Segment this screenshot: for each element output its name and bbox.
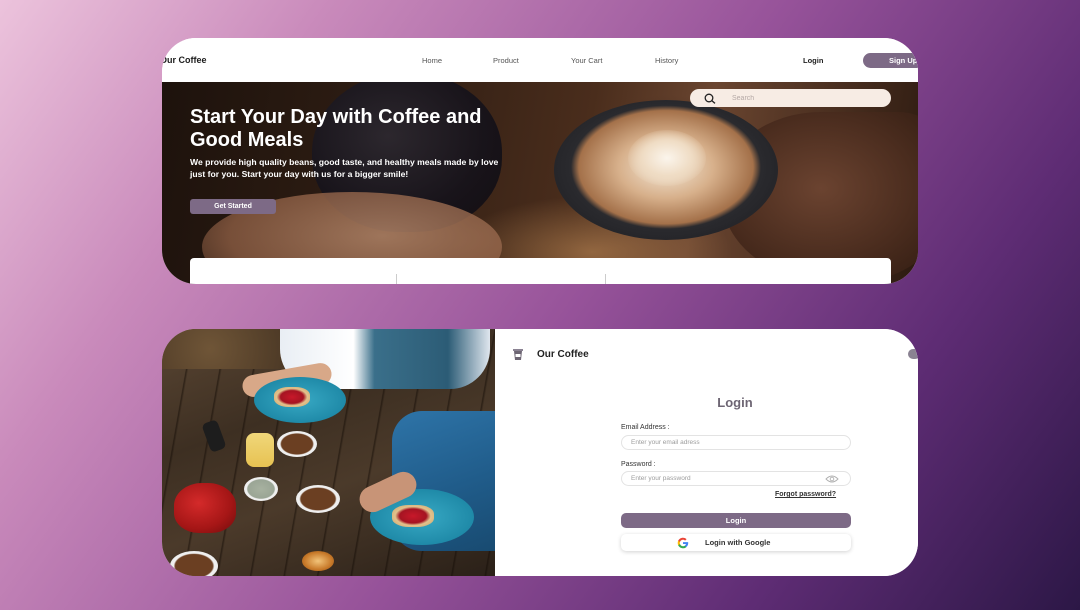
photo-tea-cup [244,477,278,501]
photo-tea-cup [170,551,218,576]
eye-icon[interactable] [825,474,839,484]
get-started-button[interactable]: Get Started [190,199,276,214]
nav-login-link[interactable]: Login [803,56,823,65]
coffee-cup-logo-icon [513,349,523,360]
photo-tin [302,551,334,571]
login-card: Our Coffee Login Email Address : Passwor… [162,329,918,576]
profile-toggle[interactable] [908,349,918,359]
hero-description: We provide high quality beans, good tast… [190,157,499,179]
password-label: Password : [621,461,656,468]
forgot-password-link[interactable]: Forgot password? [775,491,836,498]
login-brand[interactable]: Our Coffee [537,349,589,360]
google-login-button[interactable]: Login with Google [621,534,851,551]
hero-section: Start Your Day with Coffee and Good Meal… [162,82,918,284]
google-login-label: Login with Google [705,538,771,547]
password-field[interactable] [621,471,851,486]
nav-product[interactable]: Product [493,56,519,65]
hero-title: Start Your Day with Coffee and Good Meal… [190,106,482,151]
photo-honey-jar [246,433,274,467]
brand-logo[interactable]: Our Coffee [162,55,207,65]
google-icon [677,537,689,549]
search-bar[interactable] [690,89,891,107]
search-input[interactable] [732,92,872,104]
login-photo [162,329,495,576]
photo-tea-cup [277,431,317,457]
login-button[interactable]: Login [621,513,851,528]
email-field[interactable] [621,435,851,450]
photo-toast [392,505,434,527]
login-title: Login [717,395,753,410]
photo-sunglasses [201,419,227,453]
photo-tea-cup [296,485,340,513]
nav-history[interactable]: History [655,56,678,65]
login-form-panel: Our Coffee Login Email Address : Passwor… [495,329,918,576]
search-icon[interactable] [703,93,717,104]
signup-button[interactable]: Sign Up [863,53,918,68]
photo-toast [274,387,310,407]
panel-divider [396,274,397,284]
nav-your-cart[interactable]: Your Cart [571,56,602,65]
panel-divider [605,274,606,284]
top-navbar: Our Coffee Home Product Your Cart Histor… [162,38,918,82]
photo-teapot [174,483,236,533]
landing-card: Our Coffee Home Product Your Cart Histor… [162,38,918,284]
features-panel [190,258,891,284]
nav-home[interactable]: Home [422,56,442,65]
email-label: Email Address : [621,424,670,431]
hero-photo-latte-art [628,130,706,186]
